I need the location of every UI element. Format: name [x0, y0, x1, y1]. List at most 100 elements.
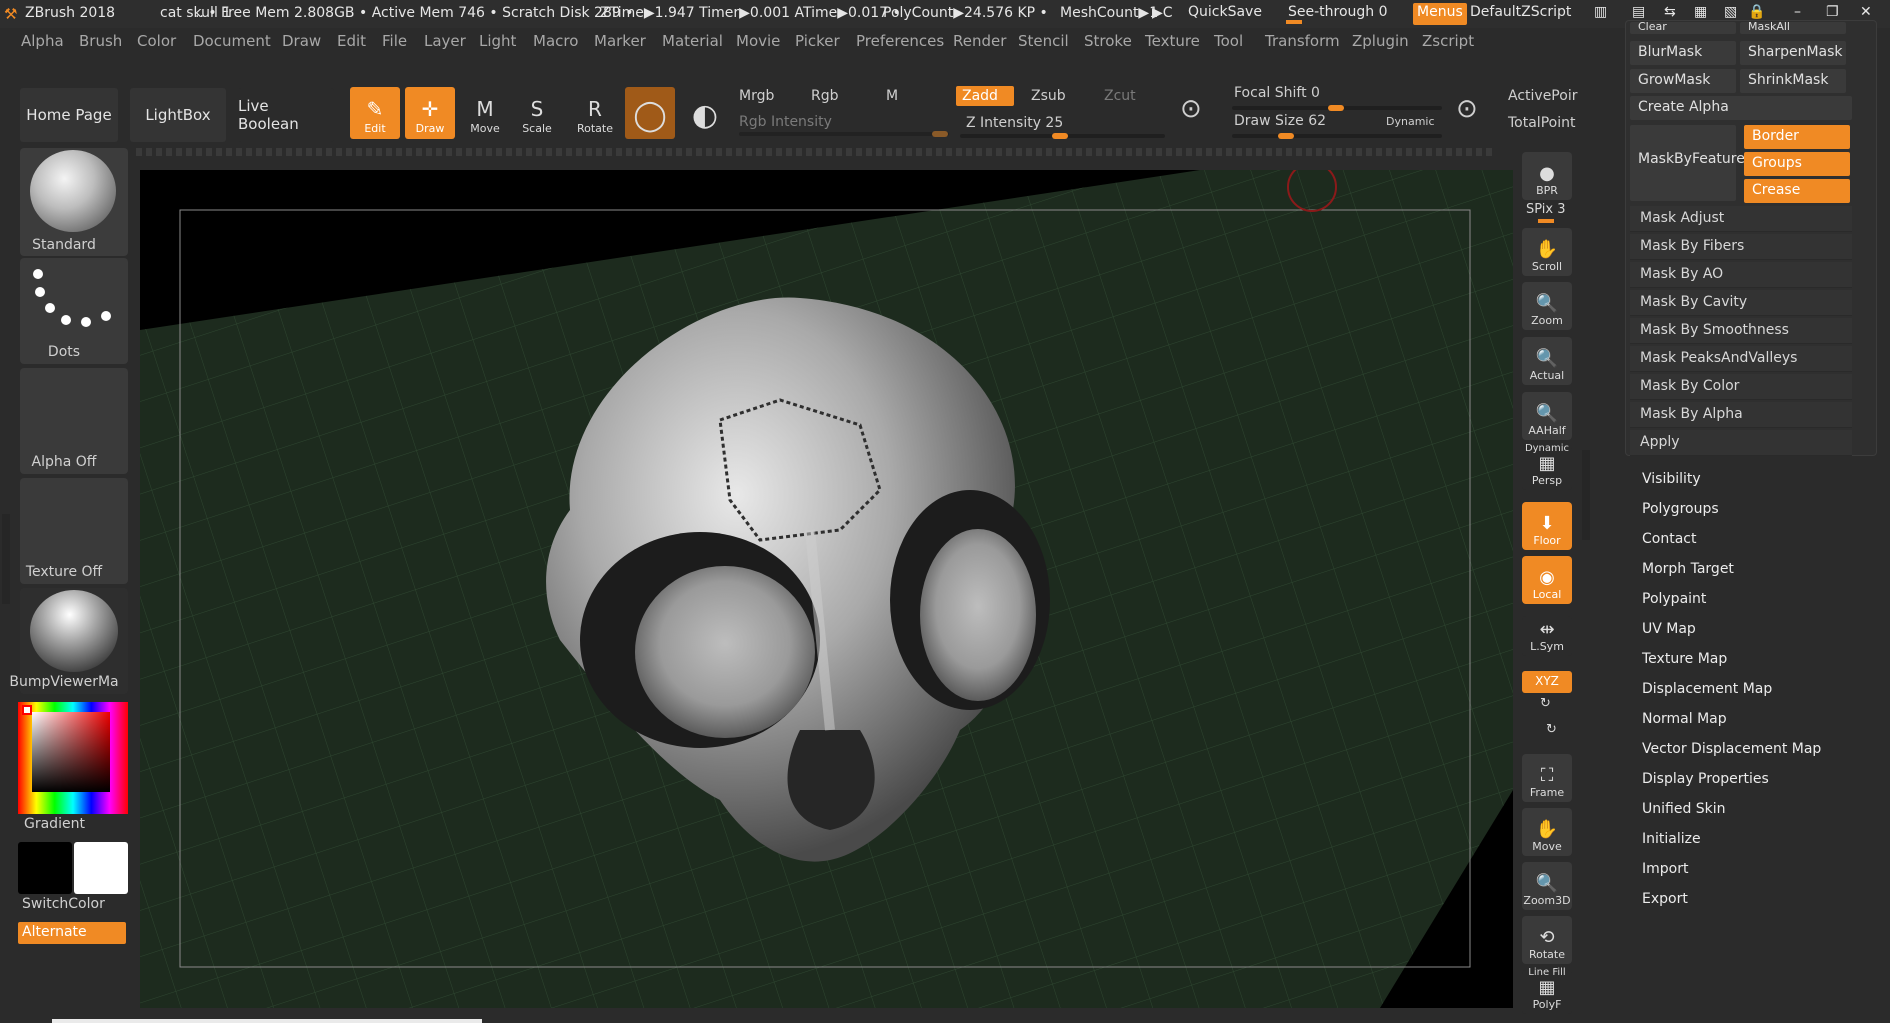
switchcolor-button[interactable]: SwitchColor — [22, 896, 105, 912]
bpr-button[interactable]: ● BPR — [1522, 152, 1572, 200]
menus-toggle-button[interactable]: Menus — [1413, 3, 1467, 25]
main-color-swatch[interactable] — [18, 842, 72, 894]
mask-by-feature-button[interactable]: MaskByFeature — [1630, 125, 1745, 201]
stroke-selector[interactable]: Dots — [20, 258, 128, 364]
rgb-toggle[interactable]: Rgb — [811, 88, 839, 104]
script-run-icon[interactable]: ▶C — [1152, 5, 1173, 21]
move-view-button[interactable]: ✋ Move — [1522, 808, 1572, 856]
mask-adjust-item[interactable]: Mask Adjust — [1630, 206, 1852, 232]
blur-mask-button[interactable]: BlurMask — [1630, 41, 1736, 65]
xyz-button[interactable]: XYZ — [1522, 671, 1572, 693]
section-morph-target[interactable]: Morph Target — [1642, 561, 1734, 577]
quicksave-button[interactable]: QuickSave — [1184, 3, 1266, 25]
spix-knob[interactable] — [1538, 219, 1554, 223]
floor-button[interactable]: ⬇ Floor — [1522, 502, 1572, 550]
menu-texture[interactable]: Texture — [1145, 32, 1200, 50]
mask-by-cavity-item[interactable]: Mask By Cavity — [1630, 290, 1852, 316]
live-boolean-button[interactable]: Live Boolean — [238, 88, 334, 142]
menu-movie[interactable]: Movie — [736, 32, 780, 50]
section-uv-map[interactable]: UV Map — [1642, 621, 1696, 637]
menu-color[interactable]: Color — [137, 32, 176, 50]
texture-swatch-button[interactable]: ◐ — [680, 87, 730, 139]
menu-zscript[interactable]: Zscript — [1422, 32, 1474, 50]
shrink-mask-button[interactable]: ShrinkMask — [1740, 69, 1846, 93]
mask-by-smoothness-item[interactable]: Mask By Smoothness — [1630, 318, 1852, 344]
bottom-tray-handle[interactable] — [52, 1019, 482, 1023]
document-canvas[interactable] — [140, 170, 1513, 1008]
draw-mode-button[interactable]: ✛ Draw — [405, 87, 455, 139]
menu-light[interactable]: Light — [479, 32, 516, 50]
section-normal-map[interactable]: Normal Map — [1642, 711, 1727, 727]
mask-by-color-item[interactable]: Mask By Color — [1630, 374, 1852, 400]
color-picker[interactable] — [18, 702, 128, 814]
move-mode-button[interactable]: M Move — [460, 87, 510, 139]
rgb-intensity-knob[interactable] — [932, 131, 948, 137]
color-saturation-field[interactable] — [32, 712, 110, 792]
alternate-toggle[interactable]: Alternate — [18, 922, 126, 944]
section-vector-displacement-map[interactable]: Vector Displacement Map — [1642, 741, 1821, 757]
mask-peaks-valleys-item[interactable]: Mask PeaksAndValleys — [1630, 346, 1852, 372]
section-contact[interactable]: Contact — [1642, 531, 1696, 547]
menu-alpha[interactable]: Alpha — [21, 32, 64, 50]
draw-settings-icon[interactable]: ⊙ — [1456, 94, 1478, 124]
menu-brush[interactable]: Brush — [79, 32, 122, 50]
mask-by-alpha-item[interactable]: Mask By Alpha — [1630, 402, 1852, 428]
section-unified-skin[interactable]: Unified Skin — [1642, 801, 1726, 817]
menu-document[interactable]: Document — [193, 32, 271, 50]
menu-stroke[interactable]: Stroke — [1084, 32, 1132, 50]
scroll-button[interactable]: ✋ Scroll — [1522, 228, 1572, 276]
menu-tool[interactable]: Tool — [1214, 32, 1243, 50]
menu-preferences[interactable]: Preferences — [856, 32, 944, 50]
menu-transform[interactable]: Transform — [1265, 32, 1340, 50]
draw-size-track[interactable] — [1232, 134, 1442, 138]
focal-shift-knob[interactable] — [1328, 105, 1344, 111]
menu-file[interactable]: File — [382, 32, 407, 50]
section-import[interactable]: Import — [1642, 861, 1688, 877]
focal-shift-slider[interactable]: Focal Shift 0 — [1234, 85, 1320, 101]
mask-by-fibers-item[interactable]: Mask By Fibers — [1630, 234, 1852, 260]
lsym-button[interactable]: ⇹ L.Sym — [1522, 616, 1572, 656]
default-zscript-button[interactable]: DefaultZScript — [1466, 3, 1575, 25]
menu-macro[interactable]: Macro — [533, 32, 578, 50]
zcut-toggle[interactable]: Zcut — [1104, 88, 1136, 104]
section-visibility[interactable]: Visibility — [1642, 471, 1701, 487]
left-tray-collapse-handle[interactable] — [2, 514, 10, 604]
section-export[interactable]: Export — [1642, 891, 1688, 907]
section-texture-map[interactable]: Texture Map — [1642, 651, 1727, 667]
menu-render[interactable]: Render — [953, 32, 1006, 50]
actual-button[interactable]: 🔍 Actual — [1522, 337, 1572, 385]
aahalf-button[interactable]: 🔍 AAHalf — [1522, 392, 1572, 440]
texture-selector[interactable]: Texture Off — [20, 478, 128, 584]
focal-curve-icon[interactable]: ⊙ — [1180, 94, 1202, 124]
rotate-view-button[interactable]: ⟲ Rotate — [1522, 916, 1572, 964]
zadd-toggle[interactable]: Zadd — [956, 86, 1014, 106]
zoom3d-button[interactable]: 🔍 Zoom3D — [1522, 862, 1572, 910]
rgb-intensity-slider[interactable]: Rgb Intensity — [739, 114, 832, 130]
mrgb-toggle[interactable]: Mrgb — [739, 88, 774, 104]
rotate-y-icon[interactable]: ↻ — [1540, 696, 1551, 711]
menu-marker[interactable]: Marker — [594, 32, 646, 50]
menu-draw[interactable]: Draw — [282, 32, 321, 50]
m-toggle[interactable]: M — [886, 88, 898, 104]
dynamic-toggle[interactable]: Dynamic — [1386, 115, 1435, 128]
border-toggle[interactable]: Border — [1744, 125, 1850, 149]
draw-size-slider[interactable]: Draw Size 62 — [1234, 113, 1326, 129]
section-polypaint[interactable]: Polypaint — [1642, 591, 1706, 607]
frame-button[interactable]: ⛶ Frame — [1522, 754, 1572, 802]
apply-item[interactable]: Apply — [1630, 430, 1852, 456]
rotate-mode-button[interactable]: R Rotate — [570, 87, 620, 139]
menu-picker[interactable]: Picker — [795, 32, 840, 50]
menu-stencil[interactable]: Stencil — [1018, 32, 1069, 50]
layout-icon[interactable]: ▥ — [1590, 3, 1611, 25]
mask-all-button[interactable]: MaskAll — [1740, 21, 1846, 34]
section-displacement-map[interactable]: Displacement Map — [1642, 681, 1772, 697]
spix-slider[interactable]: SPix 3 — [1526, 202, 1566, 217]
alpha-selector[interactable]: Alpha Off — [20, 368, 128, 474]
persp-button[interactable]: Dynamic ▦ Persp — [1522, 443, 1572, 490]
home-page-button[interactable]: Home Page — [20, 88, 118, 142]
section-polygroups[interactable]: Polygroups — [1642, 501, 1719, 517]
material-selector[interactable]: BumpViewerMa — [9, 588, 128, 694]
rotate-z-icon[interactable]: ↻ — [1546, 722, 1557, 737]
z-intensity-knob[interactable] — [1052, 133, 1068, 139]
crease-toggle[interactable]: Crease — [1744, 179, 1850, 203]
